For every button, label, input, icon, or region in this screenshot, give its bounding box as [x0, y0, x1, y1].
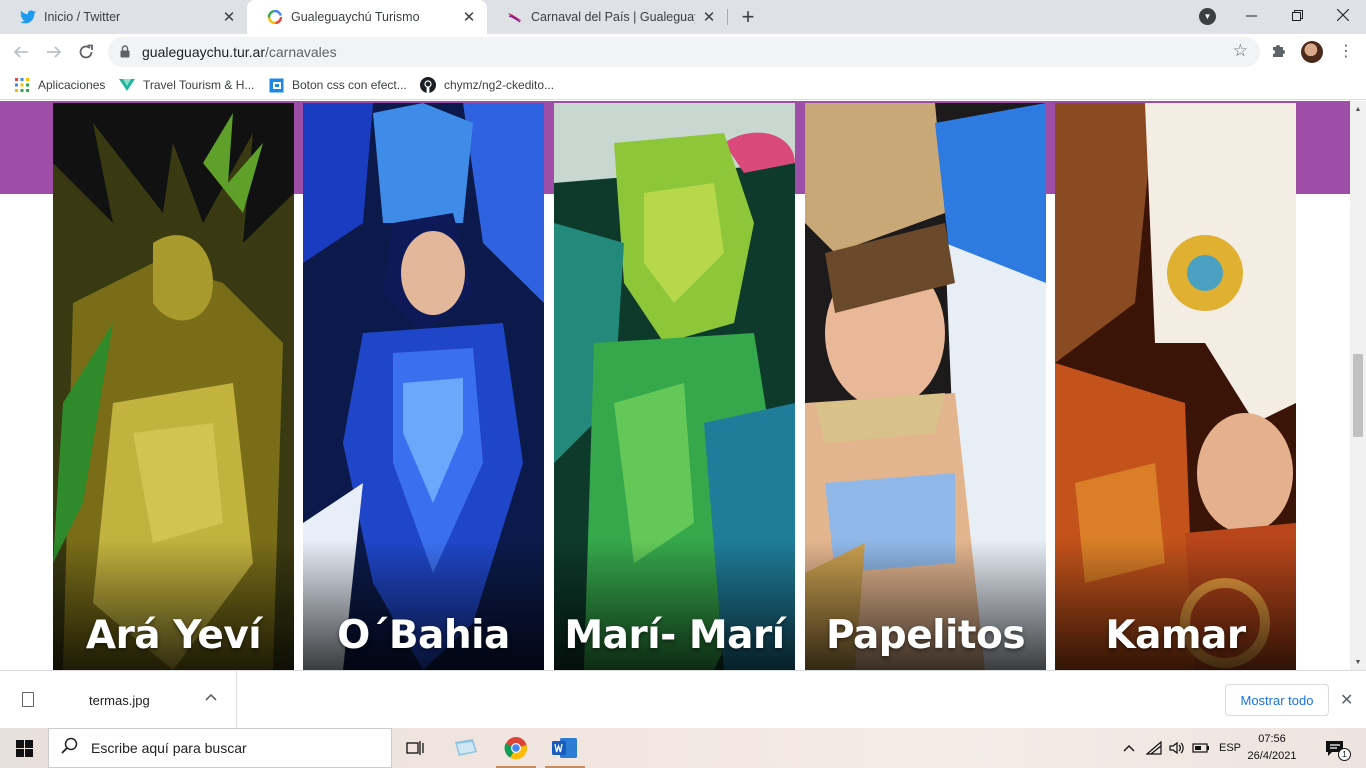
- comparsa-name: Ará Yeví: [85, 613, 262, 658]
- github-icon: [420, 77, 436, 93]
- address-url[interactable]: gualeguaychu.tur.ar/carnavales: [142, 44, 337, 60]
- google-icon: [267, 9, 283, 25]
- bookmark-boton-css[interactable]: Boton css con efect...: [268, 76, 407, 94]
- tab-gualeguaychu-turismo[interactable]: Gualeguaychú Turismo ✕: [247, 0, 487, 34]
- chrome-menu-icon[interactable]: ⋮: [1338, 42, 1354, 62]
- volume-icon[interactable]: [1166, 728, 1188, 768]
- twitter-icon: [20, 9, 36, 25]
- comparsa-name: O´Bahia: [337, 613, 510, 658]
- forward-arrow-icon[interactable]: [42, 40, 66, 64]
- minimize-window-button[interactable]: [1228, 0, 1274, 30]
- close-shelf-icon[interactable]: ✕: [1340, 690, 1353, 710]
- file-icon: [22, 692, 34, 707]
- comparsa-name: Papelitos: [825, 613, 1026, 658]
- windows-logo-icon: [15, 739, 33, 757]
- clock-date: 26/4/2021: [1247, 750, 1297, 762]
- download-shelf: termas.jpg Mostrar todo ✕: [0, 670, 1366, 728]
- search-icon: [61, 737, 83, 759]
- bookmarks-bar: Aplicaciones Travel Tourism & H... Boton…: [0, 70, 1366, 100]
- close-window-button[interactable]: [1320, 0, 1366, 30]
- page-content: Ará Yeví O´Bahia Marí- Marí Papelitos Ka…: [0, 101, 1350, 670]
- show-hidden-icons-chevron[interactable]: [1118, 728, 1140, 768]
- system-clock[interactable]: 07:56 26/4/2021: [1246, 731, 1298, 765]
- chevron-up-icon[interactable]: [205, 690, 217, 704]
- scrollbar-thumb[interactable]: [1353, 354, 1363, 437]
- comparsa-card-kamar[interactable]: Kamar: [1055, 103, 1296, 670]
- close-tab-icon[interactable]: ✕: [221, 9, 237, 26]
- chrome-taskbar-icon[interactable]: [492, 728, 540, 768]
- lock-icon[interactable]: [120, 45, 130, 58]
- network-wifi-icon[interactable]: [1143, 728, 1165, 768]
- comparsa-card-o-bahia[interactable]: O´Bahia: [303, 103, 544, 670]
- windows-taskbar: Escribe aquí para buscar ESP 07:56 26/4/…: [0, 728, 1366, 768]
- tab-strip: Inicio / Twitter ✕ Gualeguaychú Turismo …: [0, 0, 1366, 34]
- notification-count-badge: 1: [1338, 748, 1351, 761]
- download-item[interactable]: termas.jpg: [0, 671, 237, 728]
- new-tab-button[interactable]: +: [737, 4, 759, 29]
- clock-time: 07:56: [1258, 733, 1286, 745]
- input-language-indicator[interactable]: ESP: [1216, 728, 1244, 768]
- tab-title: Inicio / Twitter: [44, 10, 121, 24]
- notifications-icon[interactable]: 1: [1318, 728, 1352, 768]
- bookmark-star-icon[interactable]: ☆: [1233, 41, 1248, 61]
- comparsa-card-papelitos[interactable]: Papelitos: [805, 103, 1046, 670]
- bookmark-github-ckeditor[interactable]: chymz/ng2-ckedito...: [420, 76, 554, 94]
- scroll-up-arrow-icon[interactable]: ▲: [1350, 101, 1366, 117]
- profile-avatar[interactable]: [1301, 41, 1323, 63]
- tab-separator: [727, 9, 728, 25]
- comparsa-name: Kamar: [1105, 613, 1246, 658]
- close-tab-icon[interactable]: ✕: [461, 9, 477, 26]
- battery-icon[interactable]: [1190, 728, 1212, 768]
- taskbar-search-box[interactable]: Escribe aquí para buscar: [48, 728, 392, 768]
- reload-icon[interactable]: [74, 40, 98, 64]
- carnaval-logo-icon: [507, 9, 523, 25]
- browser-toolbar: gualeguaychu.tur.ar/carnavales ☆ ⋮: [0, 34, 1366, 70]
- download-file-name: termas.jpg: [89, 693, 150, 708]
- word-taskbar-icon[interactable]: [541, 728, 589, 768]
- bookmark-label: Travel Tourism & H...: [143, 78, 255, 92]
- comparsa-card-mari-mari[interactable]: Marí- Marí: [554, 103, 795, 670]
- bookmark-label: Aplicaciones: [38, 78, 106, 92]
- tab-carnaval-del-pais[interactable]: Carnaval del País | Gualeguaychú ✕: [487, 0, 727, 34]
- bookmark-label: Boton css con efect...: [292, 78, 407, 92]
- page-scrollbar[interactable]: ▲ ▼: [1350, 101, 1366, 670]
- tab-search-icon[interactable]: ▼: [1199, 8, 1216, 25]
- tab-title: Carnaval del País | Gualeguaychú: [531, 10, 695, 24]
- back-arrow-icon[interactable]: [9, 40, 33, 64]
- taskbar-search-placeholder: Escribe aquí para buscar: [91, 740, 247, 756]
- tab-twitter[interactable]: Inicio / Twitter ✕: [0, 0, 247, 34]
- bookmark-label: chymz/ng2-ckedito...: [444, 78, 555, 92]
- bookmark-aplicaciones[interactable]: Aplicaciones: [14, 76, 105, 94]
- comparsa-card-ara-yevi[interactable]: Ará Yeví: [53, 103, 294, 670]
- windows-start-button[interactable]: [0, 728, 48, 768]
- bookmark-travel-tourism[interactable]: Travel Tourism & H...: [119, 76, 254, 94]
- show-all-downloads-button[interactable]: Mostrar todo: [1225, 684, 1329, 716]
- comparsa-name: Marí- Marí: [564, 613, 785, 658]
- travel-logo-icon: [119, 77, 135, 93]
- task-view-icon[interactable]: [392, 728, 440, 768]
- restore-window-button[interactable]: [1274, 0, 1320, 30]
- scroll-down-arrow-icon[interactable]: ▼: [1350, 654, 1366, 670]
- close-tab-icon[interactable]: ✕: [701, 9, 717, 26]
- codepen-icon: [268, 77, 284, 93]
- extensions-puzzle-icon[interactable]: [1270, 41, 1288, 59]
- tab-title: Gualeguaychú Turismo: [291, 10, 420, 24]
- file-explorer-icon[interactable]: [442, 728, 490, 768]
- apps-grid-icon: [14, 77, 30, 93]
- url-domain: gualeguaychu.tur.ar: [142, 44, 265, 60]
- address-bar[interactable]: gualeguaychu.tur.ar/carnavales ☆: [108, 37, 1260, 67]
- url-path: /carnavales: [264, 44, 337, 60]
